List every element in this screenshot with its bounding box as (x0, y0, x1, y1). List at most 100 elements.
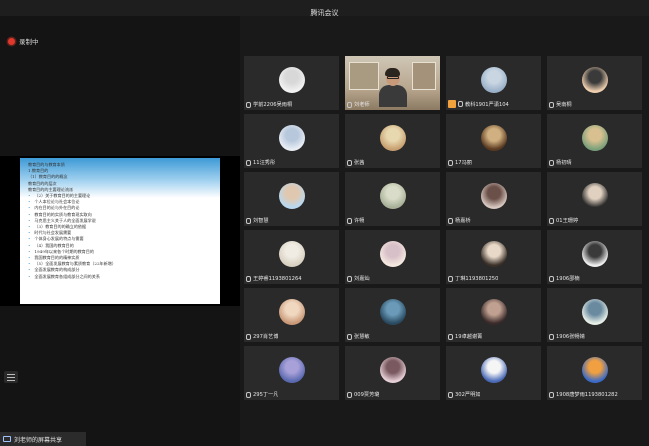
participant-name-tag: 杨初晴 (549, 159, 572, 166)
participant-tile[interactable]: 刘嘉灿 (345, 230, 440, 284)
participant-tile[interactable]: 01王珊婷 (547, 172, 642, 226)
microphone-icon (549, 159, 554, 166)
participant-tile[interactable]: 302严明如 (446, 346, 541, 400)
avatar (581, 125, 608, 152)
participant-name-tag: 张慧敏 (347, 333, 370, 340)
participant-name: 302严明如 (455, 392, 481, 398)
video-shelf2 (412, 62, 436, 90)
microphone-icon (246, 217, 251, 224)
avatar (480, 241, 507, 268)
participant-name: 295丁一凡 (253, 392, 279, 398)
participant-name: 1906邵楠 (556, 276, 580, 282)
participant-tile[interactable]: 1908唐梦雨1193801282 (547, 346, 642, 400)
avatar (278, 125, 305, 152)
participant-tile[interactable]: 11汪秀彤 (244, 114, 339, 168)
recording-label: 录制中 (19, 38, 39, 46)
participant-tile[interactable]: 丁琳1193801250 (446, 230, 541, 284)
microphone-icon (246, 333, 251, 340)
participant-name: 1906张畅婧 (556, 334, 585, 340)
participant-name: 张慧敏 (354, 334, 370, 340)
participant-tile[interactable]: 295丁一凡 (244, 346, 339, 400)
avatar (379, 125, 406, 152)
microphone-icon (448, 333, 453, 340)
microphone-icon (549, 391, 554, 398)
participant-name-tag: 刘嘉灿 (347, 275, 370, 282)
participant-tile[interactable]: 王婷睿1193801264 (244, 230, 339, 284)
microphone-icon (347, 159, 352, 166)
participant-tile[interactable]: 吴南桐 (547, 56, 642, 110)
avatar (278, 299, 305, 326)
participant-tile[interactable]: 杨嘉桥 (446, 172, 541, 226)
participant-name: 刘老师 (354, 102, 370, 108)
participant-tile[interactable]: 17冯丽 (446, 114, 541, 168)
microphone-icon (347, 217, 352, 224)
participant-name: 学前2206吴雨桐 (253, 102, 293, 108)
microphone-icon (549, 217, 554, 224)
avatar (581, 299, 608, 326)
participant-tile[interactable]: 刘老师 (345, 56, 440, 110)
participant-name: 009贾芳璐 (354, 392, 380, 398)
microphone-icon (246, 101, 251, 108)
participant-name-tag: 学前2206吴雨桐 (246, 101, 292, 108)
screen-share-label-bar[interactable]: 刘老师的屏幕共享 (0, 432, 86, 446)
avatar (480, 299, 507, 326)
participant-name: 刘智慧 (253, 218, 269, 224)
participant-name-tag: 吴南桐 (549, 101, 572, 108)
microphone-icon (549, 101, 554, 108)
list-toggle-button[interactable] (4, 371, 18, 383)
participant-tile[interactable]: 刘智慧 (244, 172, 339, 226)
participant-name: 刘嘉灿 (354, 276, 370, 282)
participant-tile[interactable]: 教科1901严潇104 (446, 56, 541, 110)
participant-tile[interactable]: 009贾芳璐 (345, 346, 440, 400)
microphone-icon (246, 275, 251, 282)
participant-name: 王婷睿1193801264 (253, 276, 302, 282)
avatar (581, 241, 608, 268)
list-icon (7, 380, 15, 381)
avatar (480, 183, 507, 210)
record-icon (8, 37, 15, 45)
avatar (581, 67, 608, 94)
title-bar: 腾讯会议 (0, 0, 649, 17)
microphone-icon (448, 275, 453, 282)
avatar (379, 357, 406, 384)
participant-name: 01王珊婷 (556, 218, 579, 224)
microphone-icon (347, 333, 352, 340)
participant-tile[interactable]: 许畅 (345, 172, 440, 226)
host-icon (448, 100, 456, 108)
avatar (278, 357, 305, 384)
participant-tile[interactable]: 19卓越谢菁 (446, 288, 541, 342)
participant-tile[interactable]: 杨初晴 (547, 114, 642, 168)
microphone-icon (347, 101, 352, 108)
participant-tile[interactable]: 1906邵楠 (547, 230, 642, 284)
avatar (581, 183, 608, 210)
participant-name: 1908唐梦雨1193801282 (556, 392, 618, 398)
microphone-icon (549, 275, 554, 282)
participant-name-tag: 11汪秀彤 (246, 159, 275, 166)
avatar (278, 183, 305, 210)
participant-tile[interactable]: 学前2206吴雨桐 (244, 56, 339, 110)
participant-name: 杨初晴 (556, 160, 572, 166)
participant-name-tag: 009贾芳璐 (347, 391, 379, 398)
participant-name-tag: 01王珊婷 (549, 217, 578, 224)
avatar (278, 67, 305, 94)
participant-name-tag: 张茜 (347, 159, 364, 166)
participant-name-tag: 丁琳1193801250 (448, 275, 498, 282)
participant-name-tag: 19卓越谢菁 (448, 333, 482, 340)
slide-line: 全面发展教育各组成部分之间的关系 (28, 274, 214, 280)
avatar (581, 357, 608, 384)
participant-tile[interactable]: 297肖艺博 (244, 288, 339, 342)
participant-tile[interactable]: 1906张畅婧 (547, 288, 642, 342)
microphone-icon (448, 391, 453, 398)
participant-tile[interactable]: 张慧敏 (345, 288, 440, 342)
avatar (278, 241, 305, 268)
video-shelf (349, 62, 379, 90)
participant-name-tag: 许畅 (347, 217, 364, 224)
participant-name: 吴南桐 (556, 102, 572, 108)
participant-name-tag: 刘老师 (347, 101, 370, 108)
participant-tile[interactable]: 张茜 (345, 114, 440, 168)
slide-content: 教育目的与教育本质 1.教育目的 （1）教育目的的概念 教育目的的层次 教育目的的主要理… (28, 162, 214, 280)
participant-name-tag: 刘智慧 (246, 217, 269, 224)
participant-name-tag: 教科1901严潇104 (448, 100, 509, 108)
recording-indicator[interactable]: 录制中 (8, 36, 39, 46)
participant-name-tag: 302严明如 (448, 391, 480, 398)
